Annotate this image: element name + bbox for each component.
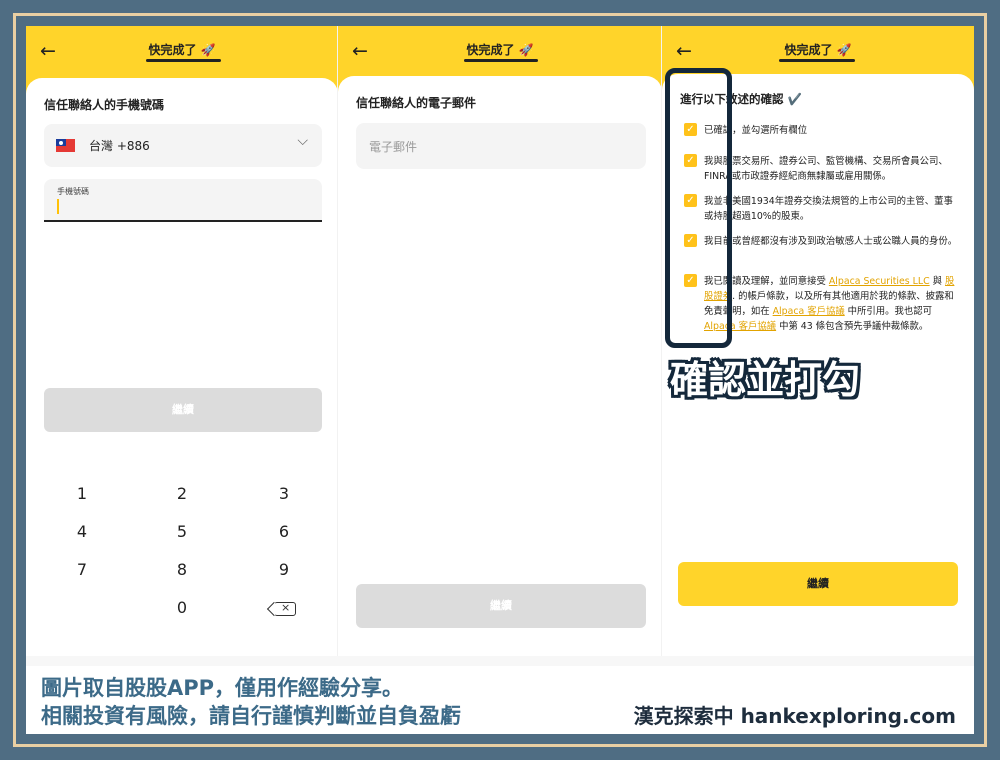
confirm-text: 我目前或曾經都沒有涉及到政治敏感人士或公職人員的身份。 [704,236,958,247]
continue-button[interactable]: 繼續 [356,584,646,628]
taiwan-flag-icon [56,139,75,152]
confirm-text: 我並非美國1934年證券交換法規管的上市公司的主管、董事或持股超過10%的股東。 [704,196,953,222]
country-select[interactable]: 台灣 +886 ⌵ [44,124,322,167]
backspace-icon[interactable]: × [274,601,296,616]
key-2[interactable]: 2 [142,484,222,503]
email-screen: ← 快完成了 🚀 信任聯絡人的電子郵件 電子郵件 繼續 [338,26,662,666]
key-9[interactable]: 9 [244,560,324,579]
checkbox-highlight-box [665,68,732,348]
phone-field[interactable]: 手機號碼 [44,179,322,222]
header: ← 快完成了 🚀 [26,26,338,78]
annotation-label: 確認並打勾 [670,358,861,402]
bottom-shade [26,656,974,666]
chevron-down-icon: ⌵ [297,133,308,149]
phone-field-label: 手機號碼 [57,187,89,196]
key-1[interactable]: 1 [42,484,122,503]
continue-button[interactable]: 繼續 [678,562,958,606]
key-4[interactable]: 4 [42,522,122,541]
key-0[interactable]: 0 [142,598,222,617]
confirm-text: 已確認，並勾選所有欄位 [704,125,808,136]
header-title: 快完成了 🚀 [784,43,852,57]
key-6[interactable]: 6 [244,522,324,541]
key-8[interactable]: 8 [142,560,222,579]
email-placeholder: 電子郵件 [369,140,418,154]
agreement-text: 我已閱讀及理解，並同意接受 Alpaca Securities LLC 與 股股… [704,276,955,332]
confirm-text: 我與股票交易所、證券公司、監管機構、交易所會員公司、FINRA或市政證券經紀商無… [704,156,948,182]
phone-screen: ← 快完成了 🚀 信任聯絡人的手機號碼 台灣 +886 ⌵ 手機號碼 繼續 1 … [26,26,338,666]
footer-brand: 漢克探索中 hankexploring.com [633,704,956,728]
title-underline [779,59,855,62]
content-card: 信任聯絡人的電子郵件 電子郵件 繼續 [338,76,662,666]
key-7[interactable]: 7 [42,560,122,579]
screenshot-canvas: ← 快完成了 🚀 信任聯絡人的手機號碼 台灣 +886 ⌵ 手機號碼 繼續 1 … [26,26,974,734]
continue-button[interactable]: 繼續 [44,388,322,432]
title-underline [464,59,538,62]
header: ← 快完成了 🚀 [338,26,662,78]
footer-line-2: 相關投資有風險，請自行謹慎判斷並自負盈虧 [41,704,461,728]
key-3[interactable]: 3 [244,484,324,503]
email-label: 信任聯絡人的電子郵件 [356,96,477,110]
footer-line-1: 圖片取自股股APP，僅用作經驗分享。 [41,676,404,700]
key-5[interactable]: 5 [142,522,222,541]
header-title: 快完成了 🚀 [148,43,216,57]
text-cursor [57,199,59,214]
footer: 圖片取自股股APP，僅用作經驗分享。 相關投資有風險，請自行謹慎判斷並自負盈虧 … [26,666,974,734]
title-underline [146,59,221,62]
customer-agreement-link[interactable]: Alpaca 客戶協議 [773,306,845,317]
header-title: 快完成了 🚀 [466,43,534,57]
email-field[interactable]: 電子郵件 [356,123,646,169]
alpaca-securities-link[interactable]: Alpaca Securities LLC [829,276,930,287]
phone-label: 信任聯絡人的手機號碼 [44,98,165,112]
country-value: 台灣 +886 [89,139,150,153]
